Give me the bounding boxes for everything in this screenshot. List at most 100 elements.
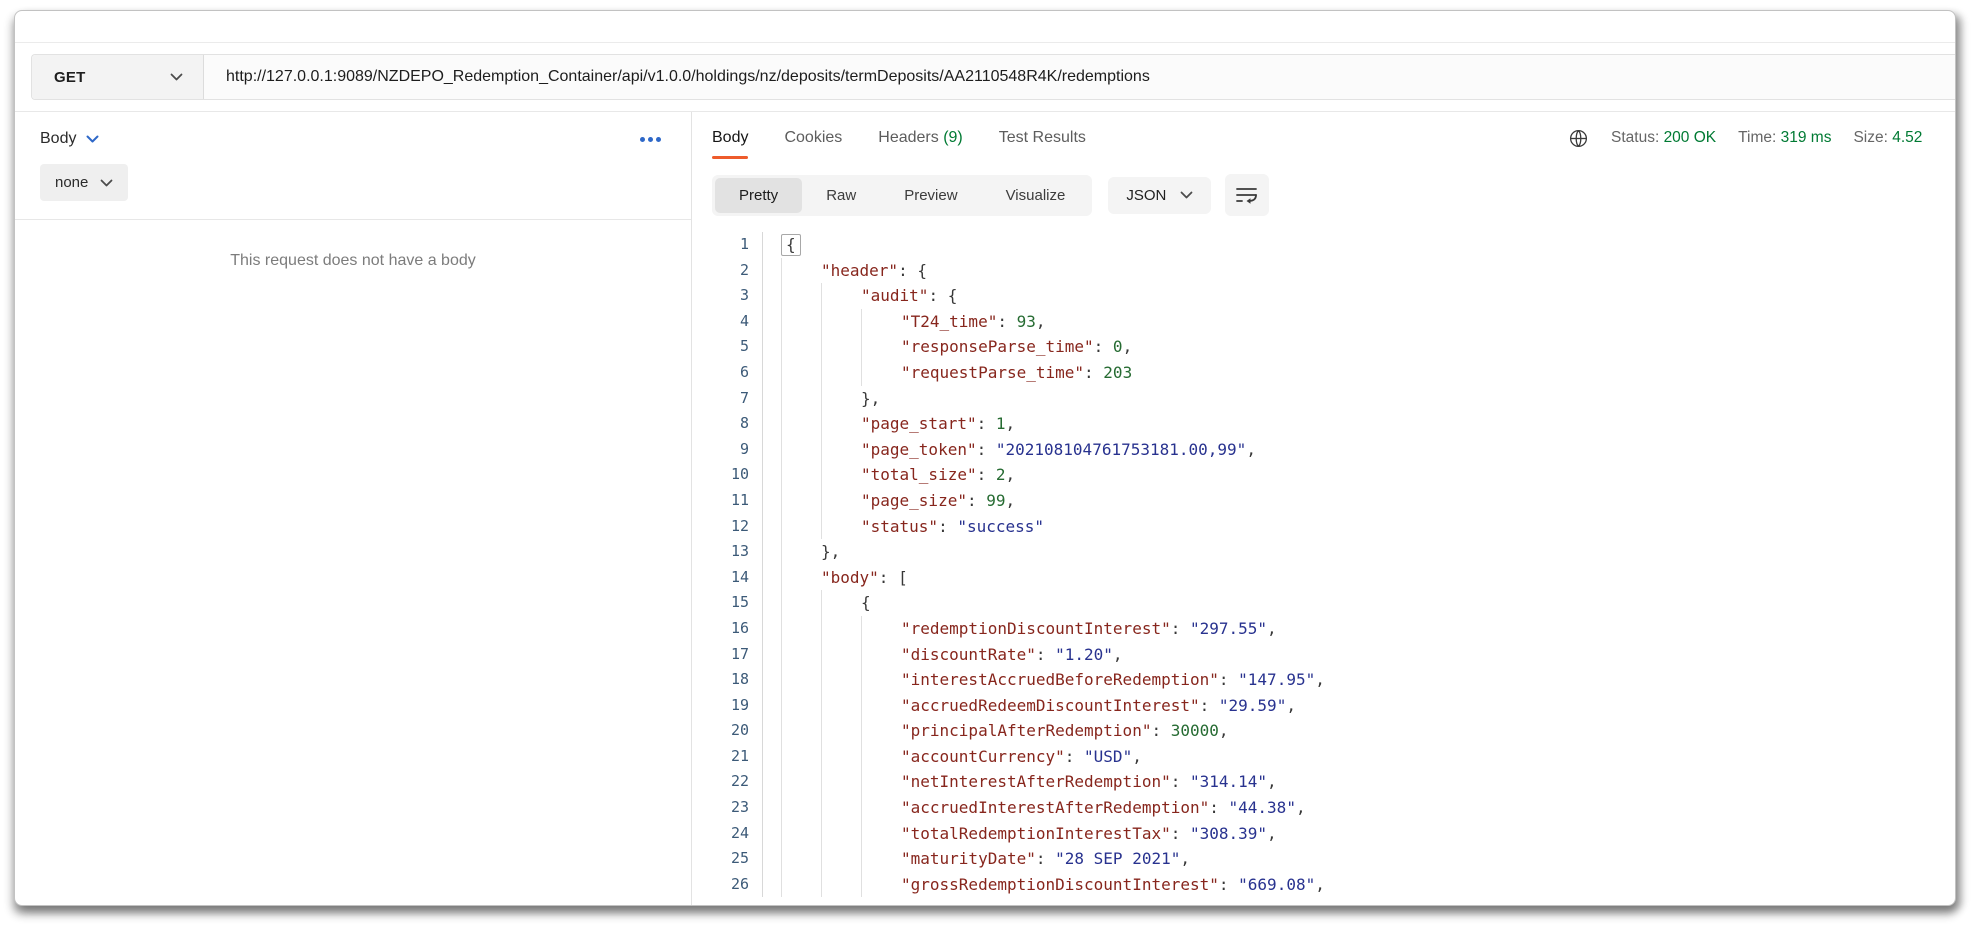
- response-meta: Status: 200 OK Time: 319 ms Size: 4.52: [1568, 112, 1922, 164]
- body-section-toggle[interactable]: Body: [40, 130, 99, 148]
- code-line: 25"maturityDate": "28 SEP 2021",: [712, 846, 1955, 872]
- line-content: "responseParse_time": 0,: [762, 334, 1955, 360]
- code-lines: 1{2"header": {3"audit": {4"T24_time": 93…: [712, 232, 1955, 897]
- code-line: 10"total_size": 2,: [712, 462, 1955, 488]
- line-content: "netInterestAfterRedemption": "314.14",: [762, 769, 1955, 795]
- line-content: "accruedRedeemDiscountInterest": "29.59"…: [762, 693, 1955, 719]
- fold-indicator[interactable]: {: [781, 234, 801, 256]
- line-number: 6: [712, 360, 762, 386]
- tab-count-badge: (9): [943, 129, 963, 146]
- line-number: 14: [712, 565, 762, 591]
- code-line: 8"page_start": 1,: [712, 411, 1955, 437]
- app-window: GET http://127.0.0.1:9089/NZDEPO_Redempt…: [14, 10, 1956, 906]
- code-line: 2"header": {: [712, 258, 1955, 284]
- line-content: "header": {: [762, 258, 1955, 284]
- chevron-down-icon: [86, 135, 99, 143]
- body-type-row: none: [15, 148, 691, 220]
- body-section-label: Body: [40, 130, 76, 148]
- response-toolbar: PrettyRawPreviewVisualize JSON: [712, 174, 1955, 216]
- format-value: JSON: [1126, 187, 1166, 204]
- url-bar: GET http://127.0.0.1:9089/NZDEPO_Redempt…: [31, 54, 1955, 100]
- method-selector[interactable]: GET: [32, 55, 204, 99]
- line-content: },: [762, 386, 1955, 412]
- line-number: 4: [712, 309, 762, 335]
- method-label: GET: [54, 69, 85, 86]
- line-number: 8: [712, 411, 762, 437]
- line-number: 18: [712, 667, 762, 693]
- code-line: 4"T24_time": 93,: [712, 309, 1955, 335]
- code-line: 26"grossRedemptionDiscountInterest": "66…: [712, 872, 1955, 898]
- line-number: 3: [712, 283, 762, 309]
- line-number: 5: [712, 334, 762, 360]
- code-line: 21"accountCurrency": "USD",: [712, 744, 1955, 770]
- code-line: 23"accruedInterestAfterRedemption": "44.…: [712, 795, 1955, 821]
- line-number: 17: [712, 642, 762, 668]
- line-content: "audit": {: [762, 283, 1955, 309]
- format-selector[interactable]: JSON: [1108, 177, 1211, 214]
- code-line: 16"redemptionDiscountInterest": "297.55"…: [712, 616, 1955, 642]
- tab-body[interactable]: Body: [712, 115, 748, 161]
- line-content: {: [762, 590, 1955, 616]
- line-number: 7: [712, 386, 762, 412]
- wrap-lines-button[interactable]: [1225, 174, 1269, 216]
- size-badge: Size: 4.52: [1853, 129, 1922, 147]
- code-line: 6"requestParse_time": 203: [712, 360, 1955, 386]
- line-content: {: [762, 232, 1955, 258]
- line-number: 1: [712, 232, 762, 258]
- code-line: 9"page_token": "202108104761753181.00,99…: [712, 437, 1955, 463]
- line-number: 15: [712, 590, 762, 616]
- line-number: 10: [712, 462, 762, 488]
- request-bar: GET http://127.0.0.1:9089/NZDEPO_Redempt…: [15, 43, 1955, 112]
- line-content: "body": [: [762, 565, 1955, 591]
- body-type-value: none: [55, 174, 88, 191]
- tab-headers[interactable]: Headers (9): [878, 115, 962, 161]
- line-number: 9: [712, 437, 762, 463]
- code-line: 18"interestAccruedBeforeRedemption": "14…: [712, 667, 1955, 693]
- line-content: "accountCurrency": "USD",: [762, 744, 1955, 770]
- line-content: "grossRedemptionDiscountInterest": "669.…: [762, 872, 1955, 898]
- chevron-down-icon: [100, 179, 113, 187]
- line-content: "page_size": 99,: [762, 488, 1955, 514]
- line-number: 25: [712, 846, 762, 872]
- body-type-selector[interactable]: none: [40, 164, 128, 201]
- line-content: "page_token": "202108104761753181.00,99"…: [762, 437, 1955, 463]
- request-body-header: Body: [15, 112, 691, 148]
- chevron-down-icon: [170, 73, 183, 81]
- line-number: 2: [712, 258, 762, 284]
- line-content: "total_size": 2,: [762, 462, 1955, 488]
- line-number: 22: [712, 769, 762, 795]
- tab-strip: [15, 11, 1955, 43]
- main-split: Body none This request does not have a b…: [15, 112, 1955, 906]
- line-number: 19: [712, 693, 762, 719]
- line-content: },: [762, 539, 1955, 565]
- line-number: 12: [712, 514, 762, 540]
- view-mode-preview[interactable]: Preview: [880, 178, 981, 213]
- line-number: 16: [712, 616, 762, 642]
- line-content: "T24_time": 93,: [762, 309, 1955, 335]
- view-mode-switcher: PrettyRawPreviewVisualize: [712, 175, 1092, 216]
- line-content: "principalAfterRedemption": 30000,: [762, 718, 1955, 744]
- code-line: 20"principalAfterRedemption": 30000,: [712, 718, 1955, 744]
- code-line: 19"accruedRedeemDiscountInterest": "29.5…: [712, 693, 1955, 719]
- url-input[interactable]: http://127.0.0.1:9089/NZDEPO_Redemption_…: [204, 55, 1955, 99]
- code-line: 3"audit": {: [712, 283, 1955, 309]
- view-mode-pretty[interactable]: Pretty: [715, 178, 802, 213]
- code-line: 14"body": [: [712, 565, 1955, 591]
- request-panel: Body none This request does not have a b…: [15, 112, 692, 906]
- code-line: 5"responseParse_time": 0,: [712, 334, 1955, 360]
- line-number: 20: [712, 718, 762, 744]
- tab-cookies[interactable]: Cookies: [784, 115, 842, 161]
- network-globe-icon[interactable]: [1568, 128, 1589, 149]
- line-number: 13: [712, 539, 762, 565]
- line-number: 11: [712, 488, 762, 514]
- line-number: 24: [712, 821, 762, 847]
- more-options-icon[interactable]: [640, 137, 661, 142]
- view-mode-raw[interactable]: Raw: [802, 178, 880, 213]
- view-mode-visualize[interactable]: Visualize: [982, 178, 1090, 213]
- time-badge: Time: 319 ms: [1738, 129, 1831, 147]
- tab-test-results[interactable]: Test Results: [999, 115, 1086, 161]
- code-line: 1{: [712, 232, 1955, 258]
- code-line: 15{: [712, 590, 1955, 616]
- code-line: 13},: [712, 539, 1955, 565]
- code-line: 17"discountRate": "1.20",: [712, 642, 1955, 668]
